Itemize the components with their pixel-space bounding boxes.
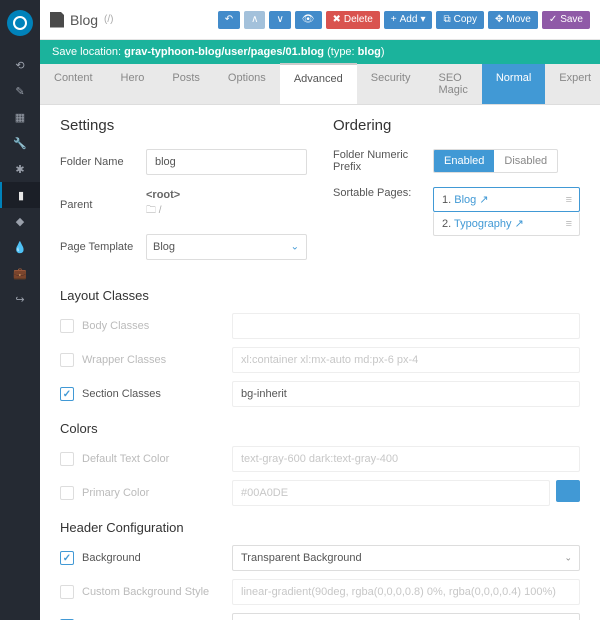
sidebar: ⟲ ✎ ▦ 🔧 ✱ ▮ ◆ 💧 💼 ↪: [0, 0, 40, 620]
wrapper-classes-label: Wrapper Classes: [82, 354, 232, 366]
sortable-label: Sortable Pages:: [333, 187, 433, 199]
topbar: Blog (/) ↶ ∧ ∨ 👁 ✖ Delete + Add ▾ ⧉ Copy…: [40, 0, 600, 40]
primary-color-checkbox[interactable]: [60, 486, 74, 500]
nav-logout-icon[interactable]: ↪: [0, 286, 40, 312]
custom-bg-checkbox[interactable]: [60, 585, 74, 599]
section-classes-label: Section Classes: [82, 388, 232, 400]
layout-heading: Layout Classes: [60, 288, 580, 303]
background-select[interactable]: Transparent Background: [232, 545, 580, 571]
grip-icon[interactable]: ≡: [566, 194, 571, 206]
action-bar: ↶ ∧ ∨ 👁 ✖ Delete + Add ▾ ⧉ Copy ✥ Move ✓…: [218, 11, 590, 29]
prefix-toggle[interactable]: Enabled Disabled: [433, 149, 558, 173]
header-config-heading: Header Configuration: [60, 520, 580, 535]
next-button[interactable]: ∨: [269, 11, 290, 29]
parent-label: Parent: [60, 199, 146, 211]
settings-heading: Settings: [60, 117, 307, 134]
sortable-item-blog[interactable]: 1. Blog ↗≡: [433, 187, 580, 212]
nav-dashboard-icon[interactable]: ⟲: [0, 52, 40, 78]
custom-bg-input[interactable]: [232, 579, 580, 605]
move-button[interactable]: ✥ Move: [488, 11, 538, 29]
tabs: Content Hero Posts Options Advanced Secu…: [40, 64, 600, 105]
back-button[interactable]: ↶: [218, 11, 240, 29]
page-title: Blog: [70, 12, 98, 28]
tab-options[interactable]: Options: [214, 64, 280, 104]
tab-advanced[interactable]: Advanced: [280, 63, 357, 104]
ordering-heading: Ordering: [333, 117, 580, 134]
tab-normal[interactable]: Normal: [482, 64, 545, 104]
default-color-label: Default Text Color: [82, 453, 232, 465]
content-area: Settings Folder Name Parent <root> 🗀 / P…: [40, 105, 600, 620]
page-icon: [50, 12, 64, 28]
body-classes-checkbox[interactable]: [60, 319, 74, 333]
add-button[interactable]: + Add ▾: [384, 11, 433, 29]
breadcrumb: Blog (/): [50, 12, 113, 28]
save-button[interactable]: ✓ Save: [542, 11, 590, 29]
tab-expert[interactable]: Expert: [545, 64, 600, 104]
page-path: (/): [104, 14, 113, 25]
body-classes-input[interactable]: [232, 313, 580, 339]
nav-grid-icon[interactable]: ▦: [0, 104, 40, 130]
default-color-input[interactable]: [232, 446, 580, 472]
sortable-item-typography[interactable]: 2. Typography ↗≡: [433, 212, 580, 236]
body-classes-label: Body Classes: [82, 320, 232, 332]
nav-config-icon[interactable]: ✎: [0, 78, 40, 104]
primary-color-label: Primary Color: [82, 487, 232, 499]
section-classes-checkbox[interactable]: [60, 387, 74, 401]
delete-button[interactable]: ✖ Delete: [326, 11, 380, 29]
tab-seo[interactable]: SEO Magic: [425, 64, 482, 104]
parent-value[interactable]: <root> 🗀 /: [146, 189, 180, 220]
nav-pages-icon[interactable]: ▮: [0, 182, 40, 208]
save-location-bar: Save location: grav-typhoon-blog/user/pa…: [40, 40, 600, 64]
template-select[interactable]: Blog: [146, 234, 307, 260]
nav-drop-icon[interactable]: 💧: [0, 234, 40, 260]
prefix-label: Folder Numeric Prefix: [333, 149, 433, 173]
template-label: Page Template: [60, 241, 146, 253]
grav-logo[interactable]: [7, 10, 33, 36]
background-checkbox[interactable]: [60, 551, 74, 565]
custom-bg-label: Custom Background Style: [82, 586, 232, 598]
nav-briefcase-icon[interactable]: 💼: [0, 260, 40, 286]
prev-button: ∧: [244, 11, 265, 29]
folder-name-input[interactable]: [146, 149, 307, 175]
colors-heading: Colors: [60, 421, 580, 436]
primary-color-input[interactable]: [232, 480, 550, 506]
wrapper-classes-input[interactable]: [232, 347, 580, 373]
nav-themes-icon[interactable]: ◆: [0, 208, 40, 234]
background-label: Background: [82, 552, 232, 564]
nav-plugins-icon[interactable]: ✱: [0, 156, 40, 182]
view-button[interactable]: 👁: [295, 11, 322, 29]
grip-icon[interactable]: ≡: [566, 218, 571, 230]
wrapper-classes-checkbox[interactable]: [60, 353, 74, 367]
tab-content[interactable]: Content: [40, 64, 107, 104]
section-classes-input[interactable]: [232, 381, 580, 407]
copy-button[interactable]: ⧉ Copy: [436, 11, 484, 29]
nav-tools-icon[interactable]: 🔧: [0, 130, 40, 156]
default-color-checkbox[interactable]: [60, 452, 74, 466]
tab-posts[interactable]: Posts: [158, 64, 214, 104]
folder-name-label: Folder Name: [60, 156, 146, 168]
color-swatch[interactable]: [556, 480, 580, 502]
text-select[interactable]: Light Text Color: [232, 613, 580, 620]
tab-security[interactable]: Security: [357, 64, 425, 104]
tab-hero[interactable]: Hero: [107, 64, 159, 104]
